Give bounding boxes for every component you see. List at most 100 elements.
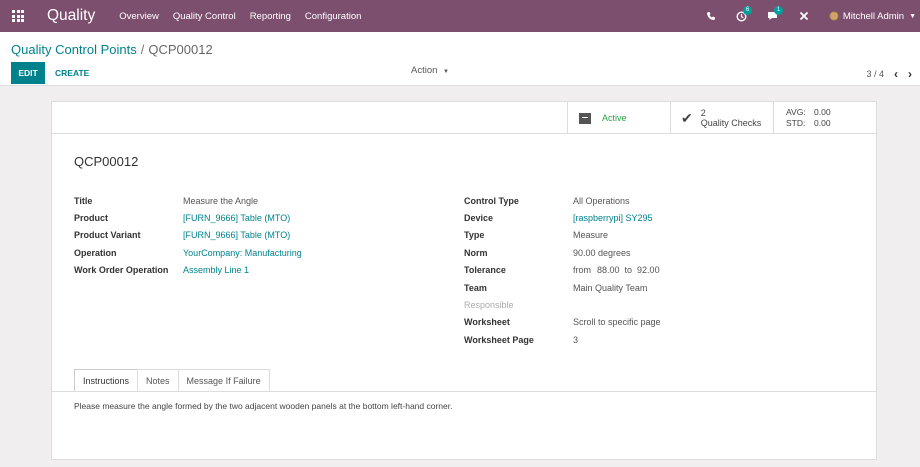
control-panel: Quality Control Points / QCP00012 EDIT CRE… [0, 32, 920, 86]
menu-overview[interactable]: Overview [119, 11, 159, 22]
instructions-text: Please measure the angle formed by the t… [74, 401, 453, 411]
pager-previous-icon[interactable]: ‹ [894, 67, 898, 81]
field-value: Measure the Angle [183, 195, 259, 206]
close-icon[interactable] [799, 11, 809, 21]
caret-down-icon: ▼ [443, 69, 449, 75]
field-value: Scroll to specific page [573, 317, 661, 328]
quality-checks-button[interactable]: ✔ 2 Quality Checks [670, 102, 773, 134]
field-worksheet-page: Worksheet Page 3 [464, 331, 661, 348]
field-label: Work Order Operation [74, 265, 169, 276]
device-link[interactable]: [raspberrypi] SY295 [573, 213, 653, 223]
user-menu[interactable]: Mitchell Admin ▼ [828, 10, 916, 22]
quality-checks-text: 2 Quality Checks [701, 108, 762, 128]
field-value: 3 [573, 334, 579, 345]
statistics-button[interactable]: AVG: 0.00 STD: 0.00 [773, 102, 876, 134]
field-label: Product [74, 213, 109, 224]
product-link[interactable]: [FURN_9666] Table (MTO) [183, 213, 290, 223]
tolerance-to-label: to [624, 265, 633, 276]
navbar-systray: 6 1 Mitchell Admin ▼ [706, 0, 920, 32]
field-tolerance: Tolerance from 88.00 to 92.00 [464, 262, 661, 279]
smart-button-box: Active ✔ 2 Quality Checks AVG: 0.00 STD: 0… [52, 102, 876, 134]
field-team: Team Main Quality Team [464, 279, 661, 296]
apps-menu-icon[interactable] [11, 9, 25, 23]
notebook-tabs: Instructions Notes Message If Failure [74, 369, 270, 391]
tab-divider [52, 391, 876, 392]
field-type: Type Measure [464, 227, 661, 244]
field-label: Product Variant [74, 230, 141, 241]
menu-configuration[interactable]: Configuration [305, 11, 362, 22]
field-label: Team [464, 282, 487, 293]
left-field-group: Title Measure the Angle Product [FURN_96… [74, 192, 302, 279]
breadcrumb: Quality Control Points / QCP00012 [11, 42, 213, 57]
activity-badge: 6 [742, 5, 753, 15]
messages-badge: 1 [773, 6, 784, 15]
statistics-text: AVG: 0.00 STD: 0.00 [786, 107, 831, 129]
field-label: Type [464, 230, 485, 241]
chevron-down-icon: ▼ [909, 12, 916, 20]
activity-clock-icon[interactable]: 6 [736, 5, 753, 22]
field-value: 90.00 degrees [573, 247, 631, 258]
tab-notes[interactable]: Notes [137, 369, 179, 391]
messages-icon[interactable]: 1 [767, 6, 784, 21]
active-label: Active [602, 113, 627, 123]
field-label: Title [74, 195, 93, 206]
field-label: Worksheet Page [464, 334, 534, 345]
field-value: Main Quality Team [573, 282, 648, 293]
form-sheet: Active ✔ 2 Quality Checks AVG: 0.00 STD: 0… [51, 101, 877, 460]
field-device: Device [raspberrypi] SY295 [464, 209, 661, 226]
avatar [828, 11, 839, 21]
tolerance-to-value: 92.00 [637, 265, 660, 276]
field-value: Measure [573, 230, 609, 241]
field-value: All Operations [573, 195, 630, 206]
active-toggle-button[interactable]: Active [567, 102, 670, 134]
pager-next-icon[interactable]: › [908, 67, 912, 81]
action-dropdown[interactable]: Action ▼ [411, 65, 449, 76]
create-button[interactable]: CREATE [55, 68, 89, 78]
menu-reporting[interactable]: Reporting [250, 11, 291, 22]
field-product-variant: Product Variant [FURN_9666] Table (MTO) [74, 227, 302, 244]
pager: 3 / 4 ‹ › [866, 67, 912, 81]
field-responsible: Responsible [464, 296, 661, 313]
action-label: Action [411, 65, 438, 76]
phone-icon[interactable] [706, 11, 716, 21]
quality-checks-label: Quality Checks [700, 118, 762, 128]
field-title: Title Measure the Angle [74, 192, 302, 209]
avg-value: 0.00 [814, 107, 831, 117]
field-label: Operation [74, 247, 117, 258]
check-icon: ✔ [681, 109, 693, 126]
operation-link[interactable]: YourCompany: Manufacturing [183, 248, 302, 258]
field-label: Tolerance [464, 265, 506, 276]
archive-icon [579, 112, 591, 124]
breadcrumb-separator: / [140, 42, 145, 57]
menu-quality-control[interactable]: Quality Control [173, 11, 236, 22]
work-order-operation-link[interactable]: Assembly Line 1 [183, 265, 249, 275]
std-value: 0.00 [814, 118, 831, 128]
product-variant-link[interactable]: [FURN_9666] Table (MTO) [183, 230, 290, 240]
field-label: Norm [464, 247, 488, 258]
field-label: Worksheet [464, 317, 510, 328]
field-label: Responsible [464, 300, 514, 311]
field-label: Control Type [464, 195, 519, 206]
std-label: STD: [786, 118, 806, 128]
pager-value[interactable]: 3 / 4 [866, 69, 884, 79]
top-navbar: Quality Overview Quality Control Reporti… [0, 0, 920, 32]
field-operation: Operation YourCompany: Manufacturing [74, 244, 302, 261]
tab-instructions[interactable]: Instructions [74, 369, 139, 391]
edit-button[interactable]: EDIT [11, 62, 45, 84]
user-name: Mitchell Admin [842, 10, 905, 22]
avg-label: AVG: [786, 107, 806, 117]
tab-message-if-failure[interactable]: Message If Failure [177, 369, 270, 391]
tolerance-from-label: from [573, 265, 591, 276]
field-worksheet: Worksheet Scroll to specific page [464, 314, 661, 331]
tolerance-from-value: 88.00 [597, 265, 620, 276]
right-field-group: Control Type All Operations Device [rasp… [464, 192, 661, 349]
record-title: QCP00012 [74, 154, 139, 169]
field-norm: Norm 90.00 degrees [464, 244, 661, 261]
quality-checks-count: 2 [700, 108, 706, 118]
field-label: Device [464, 213, 494, 224]
field-product: Product [FURN_9666] Table (MTO) [74, 209, 302, 226]
app-brand[interactable]: Quality [47, 7, 95, 25]
breadcrumb-parent-link[interactable]: Quality Control Points [11, 42, 137, 57]
field-control-type: Control Type All Operations [464, 192, 661, 209]
breadcrumb-current: QCP00012 [148, 42, 213, 57]
